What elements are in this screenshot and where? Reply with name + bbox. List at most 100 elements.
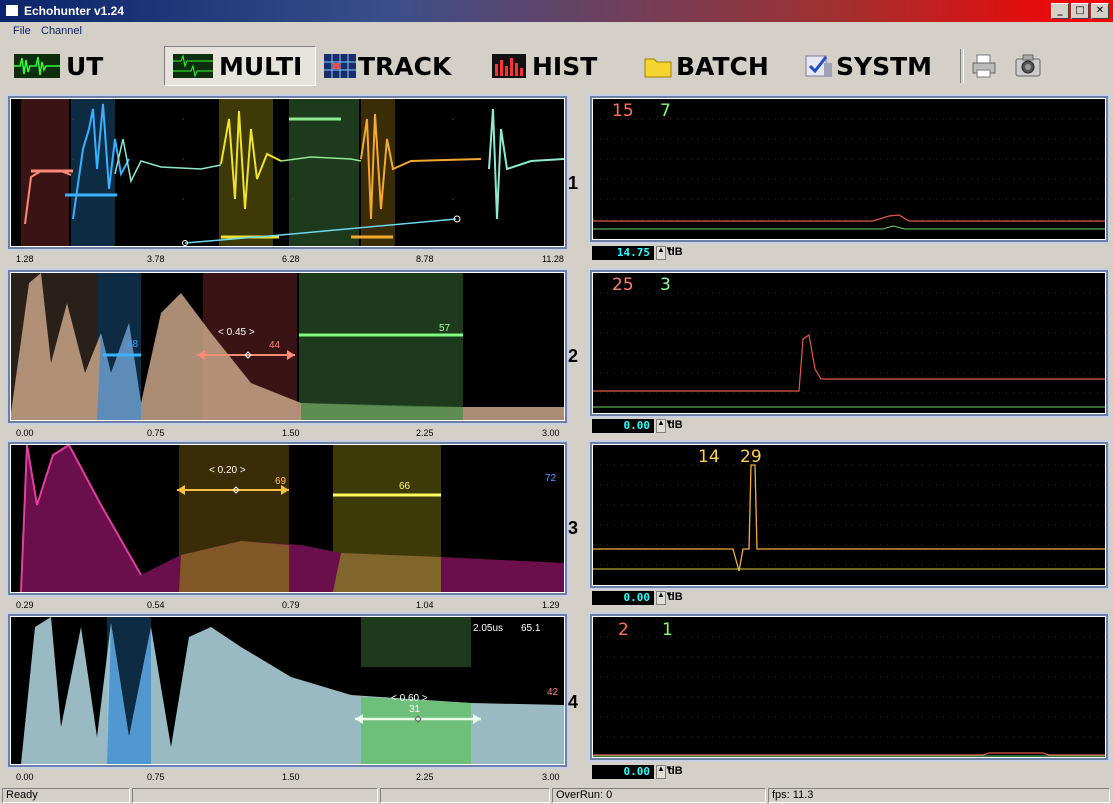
- multi-waveform-icon: [173, 54, 213, 78]
- toolbar-separator: [960, 49, 964, 83]
- gain-field-2[interactable]: 0.00: [592, 419, 654, 433]
- tick-label: 6.28: [282, 254, 300, 264]
- tick-label: 1.50: [282, 772, 300, 782]
- histogram-icon: [492, 54, 526, 78]
- strip-chart-3[interactable]: [592, 444, 1106, 586]
- systm-label: SYSTM: [836, 51, 933, 81]
- gain-field-4[interactable]: 0.00: [592, 765, 654, 779]
- close-button[interactable]: ✕: [1091, 3, 1109, 19]
- system-check-icon: [805, 55, 832, 77]
- tick-label: 0.75: [147, 772, 165, 782]
- gate-width-label: < 0.45 >: [218, 327, 255, 338]
- toolbar: UT MULTI TRACK HIST BATCH SYSTM: [0, 43, 1113, 91]
- printer-icon: [972, 54, 996, 78]
- tof-readout: 2.05us: [473, 623, 503, 634]
- gate-amplitude-label: 66: [399, 481, 411, 492]
- channel-number-2: 2: [568, 346, 579, 366]
- gate-width-label: < 0.20 >: [209, 465, 246, 476]
- ascan-axis-4: 0.00 0.75 1.50 2.25 3.00: [10, 772, 570, 784]
- menu-file[interactable]: File: [13, 25, 31, 37]
- ascan-panel-4[interactable]: 2.05us 65.1 < 0.60 > 31 42: [10, 616, 565, 765]
- track-button[interactable]: TRACK: [320, 46, 470, 86]
- ut-button[interactable]: UT: [6, 46, 156, 86]
- gain-spinner-1[interactable]: ▲▼: [656, 246, 673, 260]
- strip-readout: 3: [660, 275, 671, 295]
- track-label: TRACK: [358, 51, 452, 81]
- menu-channel[interactable]: Channel: [41, 25, 82, 37]
- tick-label: 0.75: [147, 428, 165, 438]
- gate-amplitude-label: 44: [269, 340, 281, 351]
- batch-label: BATCH: [676, 51, 769, 81]
- ascan-panel-2[interactable]: < 0.45 > 44 57 48: [10, 272, 565, 421]
- tick-label: 2.25: [416, 428, 434, 438]
- gain-field-1[interactable]: 14.75: [592, 246, 654, 260]
- strip-readout: 2: [618, 620, 629, 640]
- gate-amplitude-label: 42: [547, 687, 559, 698]
- ascan-axis-1: 1.28 3.78 6.28 8.78 11.28: [10, 254, 570, 266]
- ascan-display-3: < 0.20 > 69 66 72: [20, 445, 564, 592]
- channel-number-4: 4: [568, 692, 579, 712]
- hist-button[interactable]: HIST: [484, 46, 634, 86]
- status-cell: [380, 788, 550, 803]
- tick-label: 1.04: [416, 600, 434, 610]
- folder-icon: [644, 58, 672, 78]
- ascan-panel-3[interactable]: < 0.20 > 69 66 72: [10, 444, 565, 593]
- tick-label: 0.54: [147, 600, 165, 610]
- batch-button[interactable]: BATCH: [640, 46, 790, 86]
- tick-label: 8.78: [416, 254, 434, 264]
- tick-label: 2.25: [416, 772, 434, 782]
- tick-label: 11.28: [542, 254, 564, 264]
- gain-field-3[interactable]: 0.00: [592, 591, 654, 605]
- tick-label: 1.29: [542, 600, 560, 610]
- minimize-button[interactable]: _: [1051, 3, 1069, 19]
- ascan-panel-1[interactable]: [10, 98, 565, 247]
- ascan-axis-2: 0.00 0.75 1.50 2.25 3.00: [10, 428, 570, 440]
- multi-button[interactable]: MULTI: [164, 46, 316, 86]
- camera-icon: [1015, 54, 1041, 77]
- ascan-display-4: 2.05us 65.1 < 0.60 > 31 42: [21, 617, 564, 764]
- multi-label: MULTI: [219, 51, 303, 81]
- db-label: dB: [668, 246, 683, 258]
- gate-width-label: < 0.60 >: [391, 693, 428, 704]
- ascan-axis-3: 0.29 0.54 0.79 1.04 1.29: [10, 600, 570, 612]
- window-title: Echohunter v1.24: [24, 4, 125, 18]
- amplitude-readout: 65.1: [521, 623, 541, 634]
- gate-amplitude-label: 48: [127, 339, 139, 350]
- status-bar: Ready OverRun: 0 fps: 11.3: [0, 787, 1113, 804]
- systm-button[interactable]: SYSTM: [800, 46, 952, 86]
- gain-spinner-4[interactable]: ▲▼: [656, 765, 673, 779]
- gain-spinner-3[interactable]: ▲▼: [656, 591, 673, 605]
- tick-label: 1.50: [282, 428, 300, 438]
- ut-label: UT: [66, 51, 104, 81]
- status-fps: fps: 11.3: [768, 788, 1110, 803]
- print-button[interactable]: [966, 46, 1002, 86]
- gate-amplitude-label: 31: [409, 704, 421, 715]
- tick-label: 3.00: [542, 772, 560, 782]
- strip-readout: 29: [740, 447, 762, 467]
- maximize-button[interactable]: □: [1071, 3, 1089, 19]
- db-label: dB: [668, 419, 683, 431]
- gate-amplitude-label: 72: [545, 473, 557, 484]
- snapshot-button[interactable]: [1010, 46, 1046, 86]
- strip-readout: 14: [698, 447, 720, 467]
- tick-label: 1.28: [16, 254, 34, 264]
- strip-chart-display-3: [593, 464, 1105, 572]
- gain-spinner-2[interactable]: ▲▼: [656, 419, 673, 433]
- strip-readout: 1: [662, 620, 673, 640]
- status-ready: Ready: [2, 788, 130, 803]
- app-icon: [6, 5, 18, 16]
- tick-label: 0.00: [16, 428, 34, 438]
- tick-label: 0.79: [282, 600, 300, 610]
- channel-number-1: 1: [568, 173, 579, 193]
- ascan-display-1: [21, 99, 564, 246]
- gate-amplitude-label: 69: [275, 476, 287, 487]
- ascan-display-2: < 0.45 > 44 57 48: [11, 273, 564, 420]
- tick-label: 3.00: [542, 428, 560, 438]
- db-label: dB: [668, 765, 683, 777]
- tick-label: 0.00: [16, 772, 34, 782]
- track-grid-icon: [324, 54, 356, 78]
- waveform-icon: [14, 54, 60, 78]
- title-bar[interactable]: Echohunter v1.24 _ □ ✕: [0, 0, 1113, 22]
- tick-label: 0.29: [16, 600, 34, 610]
- channel-number-3: 3: [568, 518, 579, 538]
